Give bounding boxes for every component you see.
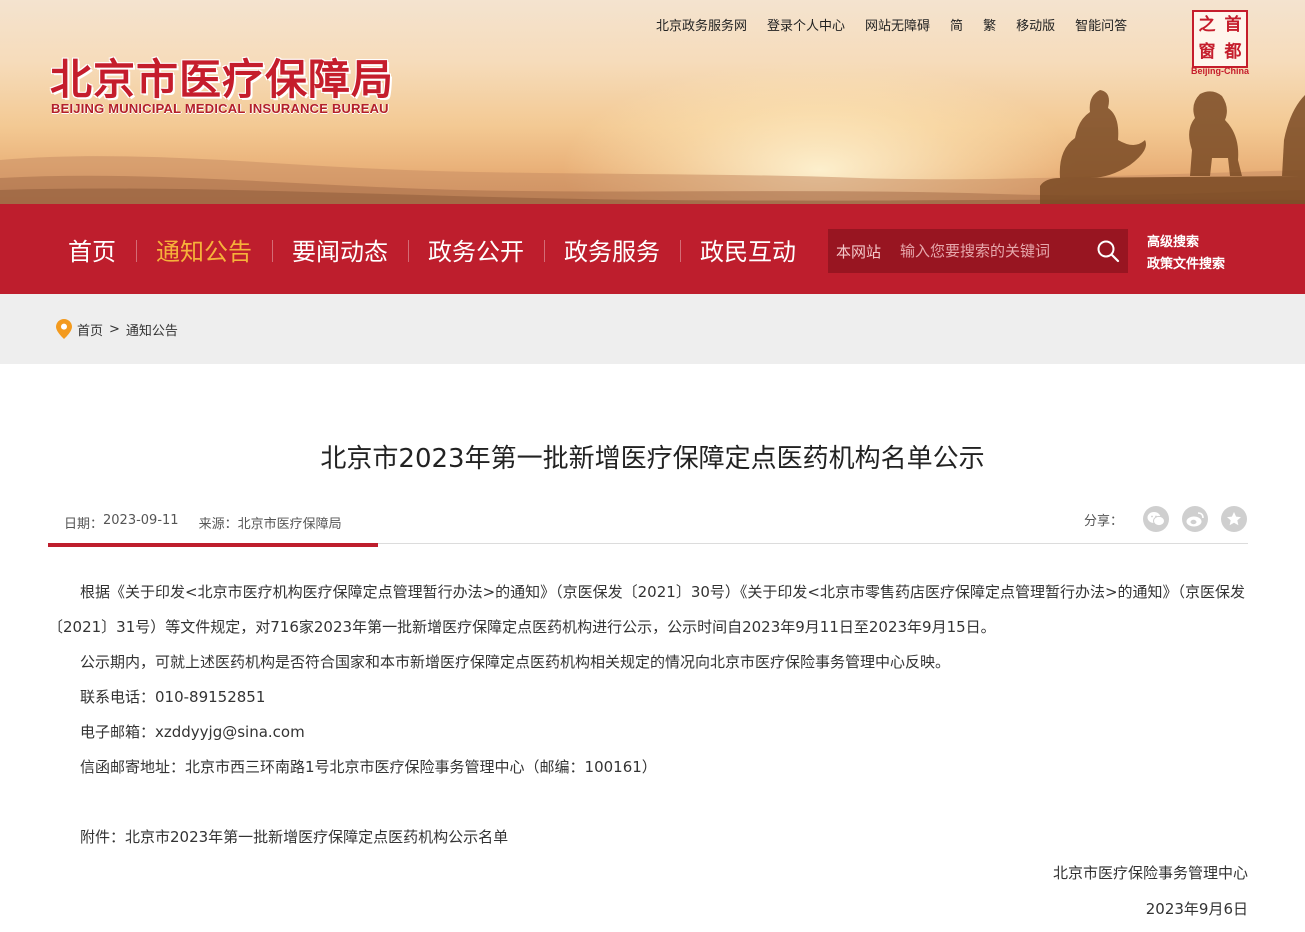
publish-date: 2023-09-11	[103, 513, 179, 528]
nav-gov-open[interactable]: 政务公开	[408, 232, 544, 267]
mailing-address: 信函邮寄地址：北京市西三环南路1号北京市医疗保险事务管理中心（邮编：100161…	[80, 758, 657, 776]
breadcrumb: 首页 > 通知公告	[56, 319, 178, 339]
advanced-search-link[interactable]: 高级搜索	[1147, 232, 1225, 254]
capital-window-seal[interactable]: 之 首 窗 都	[1192, 10, 1248, 68]
paragraph: 公示期内，可就上述医药机构是否符合国家和本市新增医疗保障定点医药机构相关规定的情…	[80, 653, 951, 671]
site-search: 本网站	[828, 229, 1128, 273]
link-accessibility[interactable]: 网站无障碍	[865, 15, 930, 34]
meta-divider-accent	[48, 543, 378, 547]
seal-char: 窗	[1198, 42, 1216, 62]
seal-char: 首	[1224, 15, 1242, 35]
date-label: 日期：	[64, 517, 104, 532]
nav-gov-service[interactable]: 政务服务	[544, 232, 680, 267]
link-traditional[interactable]: 繁	[983, 15, 996, 34]
attachment-link[interactable]: 附件：北京市2023年第一批新增医疗保障定点医药机构公示名单	[48, 820, 1248, 855]
signature-org: 北京市医疗保险事务管理中心	[1052, 864, 1248, 882]
contact-email: 电子邮箱：xzddyyjg@sina.com	[80, 723, 305, 741]
weibo-icon[interactable]	[1182, 506, 1209, 532]
policy-search-link[interactable]: 政策文件搜索	[1147, 254, 1225, 276]
article-title: 北京市2023年第一批新增医疗保障定点医药机构名单公示	[320, 444, 985, 474]
article-body: 根据《关于印发<北京市医疗机构医疗保障定点管理暂行办法>的通知》（京医保发〔20…	[48, 575, 1248, 855]
signature-date: 2023年9月6日	[1145, 900, 1248, 918]
source-label: 来源：	[198, 517, 238, 532]
advanced-search-links: 高级搜索 政策文件搜索	[1147, 232, 1225, 276]
paragraph: 根据《关于印发<北京市医疗机构医疗保障定点管理暂行办法>的通知》（京医保发〔20…	[48, 583, 1246, 636]
favorite-icon[interactable]	[1221, 506, 1248, 532]
seal-caption: Beijing-China	[1191, 66, 1249, 76]
link-smart-qa[interactable]: 智能问答	[1075, 15, 1127, 34]
breadcrumb-bar: 首页 > 通知公告	[0, 294, 1305, 364]
article-source: 北京市医疗保障局	[237, 517, 342, 532]
breadcrumb-separator: >	[109, 321, 120, 337]
breadcrumb-home[interactable]: 首页	[77, 320, 103, 339]
location-pin-icon	[56, 319, 72, 339]
site-logo-cn[interactable]: 北京市医疗保障局	[50, 46, 394, 107]
link-gov-service[interactable]: 北京政务服务网	[656, 15, 747, 34]
top-links: 北京政务服务网 登录个人中心 网站无障碍 简 繁 移动版 智能问答	[656, 15, 1147, 34]
breadcrumb-current[interactable]: 通知公告	[126, 320, 178, 339]
seal-char: 都	[1224, 42, 1242, 62]
article-meta: 日期： 2023-09-11 来源： 北京市医疗保障局	[64, 513, 342, 532]
share-label: 分享：	[1084, 513, 1124, 529]
seal-char: 之	[1198, 15, 1216, 35]
link-login[interactable]: 登录个人中心	[767, 15, 845, 34]
share-bar: 分享：	[1084, 506, 1248, 532]
search-scope[interactable]: 本网站	[828, 241, 900, 262]
nav-news[interactable]: 要闻动态	[272, 232, 408, 267]
nav-home[interactable]: 首页	[48, 232, 136, 267]
search-button[interactable]	[1088, 229, 1128, 273]
search-input[interactable]	[900, 231, 1080, 271]
site-logo-en: BEIJING MUNICIPAL MEDICAL INSURANCE BURE…	[51, 101, 389, 116]
contact-phone: 联系电话：010-89152851	[80, 688, 266, 706]
link-simplified[interactable]: 简	[950, 15, 963, 34]
nav-interaction[interactable]: 政民互动	[680, 232, 816, 267]
link-mobile[interactable]: 移动版	[1016, 15, 1055, 34]
wechat-icon[interactable]	[1143, 506, 1170, 532]
search-icon	[1097, 240, 1120, 263]
main-nav: 首页 通知公告 要闻动态 政务公开 政务服务 政民互动	[48, 204, 816, 294]
header-banner: 北京市医疗保障局 BEIJING MUNICIPAL MEDICAL INSUR…	[0, 0, 1305, 204]
nav-notices[interactable]: 通知公告	[136, 232, 272, 267]
main-nav-bar: 首页 通知公告 要闻动态 政务公开 政务服务 政民互动 本网站 高级搜索 政策文…	[0, 204, 1305, 294]
